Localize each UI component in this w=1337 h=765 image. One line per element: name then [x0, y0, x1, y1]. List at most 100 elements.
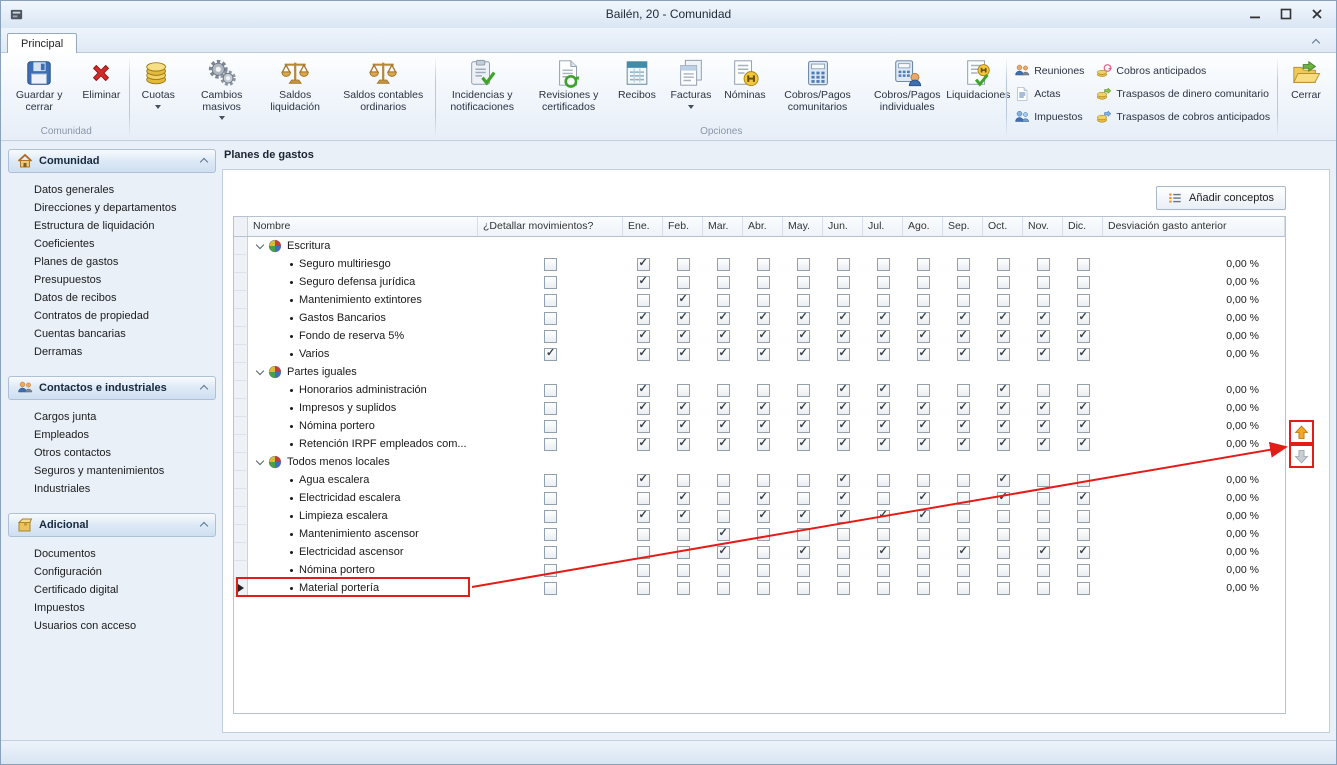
sidebar-section-header-comunidad[interactable]: Comunidad: [8, 149, 216, 173]
column-header-abr[interactable]: Abr.: [743, 217, 783, 236]
month-checkbox[interactable]: [637, 510, 650, 523]
month-checkbox[interactable]: [917, 294, 930, 307]
month-checkbox[interactable]: [757, 330, 770, 343]
month-checkbox[interactable]: [1037, 330, 1050, 343]
minimize-button[interactable]: [1245, 5, 1265, 23]
table-row[interactable]: Electricidad ascensor0,00 %: [234, 543, 1285, 561]
detail-checkbox[interactable]: [544, 564, 557, 577]
tab-principal[interactable]: Principal: [7, 33, 77, 53]
table-row[interactable]: Fondo de reserva 5%0,00 %: [234, 327, 1285, 345]
sidebar-item-planes-de-gastos[interactable]: Planes de gastos: [8, 253, 216, 271]
month-checkbox[interactable]: [757, 528, 770, 541]
expand-chevron-icon[interactable]: [256, 241, 264, 249]
month-checkbox[interactable]: [637, 546, 650, 559]
table-row[interactable]: Varios0,00 %: [234, 345, 1285, 363]
month-checkbox[interactable]: [757, 348, 770, 361]
month-checkbox[interactable]: [637, 294, 650, 307]
detail-checkbox[interactable]: [544, 312, 557, 325]
month-checkbox[interactable]: [1037, 294, 1050, 307]
month-checkbox[interactable]: [837, 384, 850, 397]
sidebar-item-usuarios-con-acceso[interactable]: Usuarios con acceso: [8, 617, 216, 635]
month-checkbox[interactable]: [957, 330, 970, 343]
month-checkbox[interactable]: [957, 510, 970, 523]
month-checkbox[interactable]: [917, 474, 930, 487]
month-checkbox[interactable]: [957, 384, 970, 397]
month-checkbox[interactable]: [677, 384, 690, 397]
column-header-nov[interactable]: Nov.: [1023, 217, 1063, 236]
month-checkbox[interactable]: [997, 294, 1010, 307]
month-checkbox[interactable]: [677, 528, 690, 541]
month-checkbox[interactable]: [717, 582, 730, 595]
month-checkbox[interactable]: [1077, 384, 1090, 397]
close-button[interactable]: [1307, 5, 1327, 23]
month-checkbox[interactable]: [837, 492, 850, 505]
month-checkbox[interactable]: [757, 420, 770, 433]
column-header-jun[interactable]: Jun.: [823, 217, 863, 236]
month-checkbox[interactable]: [877, 474, 890, 487]
month-checkbox[interactable]: [637, 384, 650, 397]
sidebar-item-otros-contactos[interactable]: Otros contactos: [8, 444, 216, 462]
month-checkbox[interactable]: [837, 348, 850, 361]
sidebar-section-header-adicional[interactable]: Adicional: [8, 513, 216, 537]
month-checkbox[interactable]: [1037, 564, 1050, 577]
month-checkbox[interactable]: [797, 330, 810, 343]
month-checkbox[interactable]: [1037, 546, 1050, 559]
month-checkbox[interactable]: [997, 420, 1010, 433]
month-checkbox[interactable]: [717, 384, 730, 397]
month-checkbox[interactable]: [837, 582, 850, 595]
table-row[interactable]: Agua escalera0,00 %: [234, 471, 1285, 489]
sidebar-item-seguros-y-mantenimientos[interactable]: Seguros y mantenimientos: [8, 462, 216, 480]
month-checkbox[interactable]: [997, 402, 1010, 415]
month-checkbox[interactable]: [717, 258, 730, 271]
month-checkbox[interactable]: [957, 420, 970, 433]
month-checkbox[interactable]: [717, 510, 730, 523]
detail-checkbox[interactable]: [544, 276, 557, 289]
month-checkbox[interactable]: [917, 348, 930, 361]
sidebar-item-datos-generales[interactable]: Datos generales: [8, 181, 216, 199]
add-concepts-button[interactable]: Añadir conceptos: [1156, 186, 1286, 210]
month-checkbox[interactable]: [677, 492, 690, 505]
detail-checkbox[interactable]: [544, 438, 557, 451]
cerrar-button[interactable]: Cerrar: [1279, 54, 1333, 104]
month-checkbox[interactable]: [1037, 276, 1050, 289]
column-header-ene[interactable]: Ene.: [623, 217, 663, 236]
month-checkbox[interactable]: [957, 528, 970, 541]
month-checkbox[interactable]: [757, 258, 770, 271]
month-checkbox[interactable]: [917, 564, 930, 577]
month-checkbox[interactable]: [997, 474, 1010, 487]
month-checkbox[interactable]: [837, 330, 850, 343]
month-checkbox[interactable]: [917, 438, 930, 451]
month-checkbox[interactable]: [957, 312, 970, 325]
detail-checkbox[interactable]: [544, 294, 557, 307]
month-checkbox[interactable]: [677, 438, 690, 451]
month-checkbox[interactable]: [917, 276, 930, 289]
sidebar-item-derramas[interactable]: Derramas: [8, 343, 216, 361]
month-checkbox[interactable]: [837, 276, 850, 289]
month-checkbox[interactable]: [957, 276, 970, 289]
month-checkbox[interactable]: [717, 276, 730, 289]
month-checkbox[interactable]: [797, 510, 810, 523]
month-checkbox[interactable]: [1077, 510, 1090, 523]
impuestos-button[interactable]: Impuestos: [1011, 107, 1087, 126]
sidebar-item-empleados[interactable]: Empleados: [8, 426, 216, 444]
detail-checkbox[interactable]: [544, 258, 557, 271]
month-checkbox[interactable]: [797, 474, 810, 487]
facturas-button[interactable]: Facturas: [664, 54, 718, 111]
month-checkbox[interactable]: [997, 258, 1010, 271]
month-checkbox[interactable]: [877, 276, 890, 289]
detail-checkbox[interactable]: [544, 474, 557, 487]
month-checkbox[interactable]: [1037, 402, 1050, 415]
table-row[interactable]: Electricidad escalera0,00 %: [234, 489, 1285, 507]
month-checkbox[interactable]: [837, 528, 850, 541]
guardar-y-cerrar-button[interactable]: Guardar y cerrar: [4, 54, 74, 115]
month-checkbox[interactable]: [717, 474, 730, 487]
month-checkbox[interactable]: [997, 348, 1010, 361]
month-checkbox[interactable]: [877, 420, 890, 433]
month-checkbox[interactable]: [717, 528, 730, 541]
month-checkbox[interactable]: [757, 276, 770, 289]
month-checkbox[interactable]: [837, 564, 850, 577]
month-checkbox[interactable]: [837, 402, 850, 415]
sidebar-item-certificado-digital[interactable]: Certificado digital: [8, 581, 216, 599]
month-checkbox[interactable]: [877, 564, 890, 577]
column-header-may[interactable]: May.: [783, 217, 823, 236]
